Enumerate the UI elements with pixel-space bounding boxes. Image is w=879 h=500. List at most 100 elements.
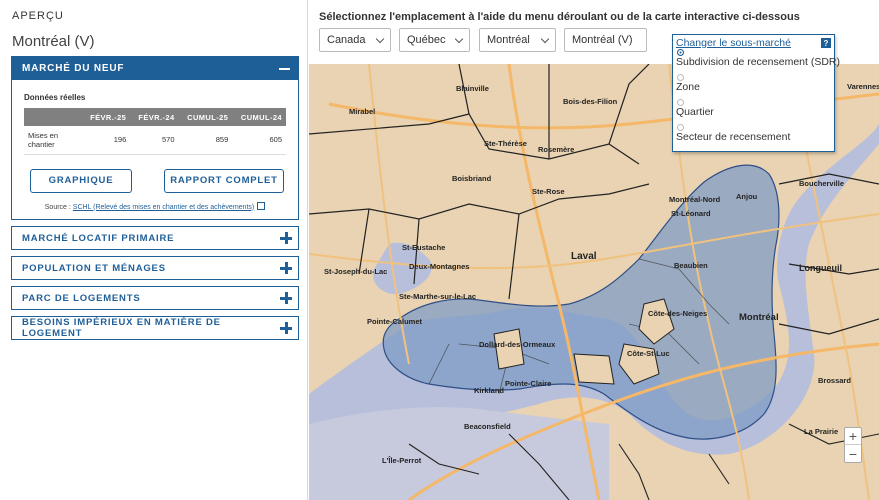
map-label: Ste-Rose bbox=[532, 187, 565, 196]
change-submarket-link[interactable]: Changer le sous-marché bbox=[676, 37, 791, 49]
zoom-out-button[interactable]: − bbox=[845, 445, 861, 462]
source-link[interactable]: SCHL (Relevé des mises en chantier et de… bbox=[73, 204, 254, 211]
map-label: Bois-des-Filion bbox=[563, 97, 618, 106]
select-value: Montréal (V) bbox=[572, 34, 633, 46]
map-label: Rosemère bbox=[538, 145, 574, 154]
expand-icon[interactable] bbox=[280, 262, 292, 274]
chevron-down-icon bbox=[540, 34, 550, 43]
option-label: Subdivision de recensement (SDR) bbox=[676, 56, 840, 68]
table-cell: 859 bbox=[178, 126, 233, 155]
map-label: Côte-des-Neiges bbox=[648, 309, 707, 318]
accordion-new-market: MARCHÉ DU NEUF Données réelles FÉVR.-25 … bbox=[11, 56, 299, 220]
expand-icon[interactable] bbox=[280, 322, 292, 334]
option-label: Zone bbox=[676, 81, 700, 93]
radio-icon[interactable] bbox=[677, 99, 684, 106]
enclave bbox=[493, 328, 525, 370]
table-header-empty bbox=[24, 108, 82, 126]
accordion-core-housing-need[interactable]: BESOINS IMPÉRIEUX EN MATIÈRE DE LOGEMENT bbox=[11, 316, 299, 340]
csd-select[interactable]: Montréal (V) bbox=[564, 28, 647, 52]
radio-icon[interactable] bbox=[677, 74, 684, 81]
map-label: Kirkland bbox=[474, 386, 504, 395]
table-cell: 605 bbox=[232, 126, 286, 155]
map-label: Pointe-Calumet bbox=[367, 317, 423, 326]
map-label: Beaconsfield bbox=[464, 422, 511, 431]
map-label: La Prairie bbox=[804, 427, 838, 436]
geography-name: Montréal (V) bbox=[12, 33, 95, 50]
table-cell: 196 bbox=[82, 126, 131, 155]
map-label: Deux-Montagnes bbox=[409, 262, 469, 271]
row-label: Mises en chantier bbox=[24, 126, 82, 155]
select-value: Québec bbox=[407, 34, 446, 46]
accordion-title: BESOINS IMPÉRIEUX EN MATIÈRE DE LOGEMENT bbox=[22, 317, 221, 339]
help-icon[interactable]: ? bbox=[821, 38, 831, 48]
collapse-icon[interactable] bbox=[279, 67, 290, 70]
map-label: St-Eustache bbox=[402, 243, 445, 252]
select-value: Montréal bbox=[487, 34, 530, 46]
overview-panel: APERÇU Montréal (V) MARCHÉ DU NEUF Donné… bbox=[0, 0, 308, 500]
map-label: Pointe-Claire bbox=[505, 379, 551, 388]
chevron-down-icon bbox=[375, 34, 385, 43]
accordion-title: MARCHÉ LOCATIF PRIMAIRE bbox=[22, 232, 175, 244]
data-type-label: Données réelles bbox=[24, 93, 86, 102]
submarket-option[interactable]: Subdivision de recensement (SDR) bbox=[673, 49, 840, 74]
zoom-in-button[interactable]: + bbox=[845, 428, 861, 445]
radio-icon[interactable] bbox=[677, 124, 684, 131]
map-label: Montréal-Nord bbox=[669, 195, 721, 204]
map-label: Laval bbox=[571, 251, 597, 262]
accordion-body: Données réelles FÉVR.-25 FÉVR.-24 CUMUL-… bbox=[12, 80, 298, 219]
source-note: Source : SCHL (Relevé des mises en chant… bbox=[24, 201, 286, 211]
map-label: L'Île-Perrot bbox=[382, 456, 422, 465]
map-label: St-Joseph-du-Lac bbox=[324, 267, 387, 276]
submarket-selector: Changer le sous-marché ? Subdivision de … bbox=[672, 34, 840, 152]
full-report-button[interactable]: RAPPORT COMPLET bbox=[164, 168, 284, 193]
table-header: CUMUL-24 bbox=[232, 108, 286, 126]
map-label: Boucherville bbox=[799, 179, 844, 188]
starts-table: FÉVR.-25 FÉVR.-24 CUMUL-25 CUMUL-24 Mise… bbox=[24, 108, 286, 155]
accordion-primary-rental[interactable]: MARCHÉ LOCATIF PRIMAIRE bbox=[11, 226, 299, 250]
country-select[interactable]: Canada bbox=[319, 28, 391, 52]
table-header: FÉVR.-24 bbox=[130, 108, 179, 126]
table-header: CUMUL-25 bbox=[178, 108, 233, 126]
map-label: St-Léonard bbox=[671, 209, 711, 218]
action-buttons: GRAPHIQUE RAPPORT COMPLET bbox=[24, 168, 286, 193]
chart-button[interactable]: GRAPHIQUE bbox=[30, 168, 132, 193]
app-root: APERÇU Montréal (V) MARCHÉ DU NEUF Donné… bbox=[0, 0, 879, 500]
external-link-icon[interactable] bbox=[257, 201, 266, 210]
table-header: FÉVR.-25 bbox=[82, 108, 131, 126]
map-label: Brossard bbox=[818, 376, 851, 385]
submarket-option[interactable]: Quartier bbox=[673, 99, 834, 124]
accordion-population[interactable]: POPULATION ET MÉNAGES bbox=[11, 256, 299, 280]
accordion-title: PARC DE LOGEMENTS bbox=[22, 292, 141, 304]
map-label: Ste-Thérèse bbox=[484, 139, 527, 148]
accordion-title: MARCHÉ DU NEUF bbox=[22, 63, 125, 74]
map-label: Montréal bbox=[739, 312, 779, 323]
accordion-housing-stock[interactable]: PARC DE LOGEMENTS bbox=[11, 286, 299, 310]
province-select[interactable]: Québec bbox=[399, 28, 470, 52]
expand-icon[interactable] bbox=[280, 292, 292, 304]
submarket-option[interactable]: Zone bbox=[673, 74, 834, 99]
accordion-header-new-market[interactable]: MARCHÉ DU NEUF bbox=[12, 57, 298, 80]
option-label: Quartier bbox=[676, 106, 714, 118]
map-label: Boisbriand bbox=[452, 174, 492, 183]
map-label: Beaubien bbox=[674, 261, 708, 270]
table-cell: 570 bbox=[130, 126, 179, 155]
map-label: Côte-St-Luc bbox=[627, 349, 670, 358]
zoom-control: + − bbox=[844, 427, 862, 463]
accordion-title: POPULATION ET MÉNAGES bbox=[22, 262, 166, 274]
expand-icon[interactable] bbox=[280, 232, 292, 244]
select-value: Canada bbox=[327, 34, 366, 46]
map-label: Varennes bbox=[847, 82, 879, 91]
map-label: Blainville bbox=[456, 84, 489, 93]
enclave-dorval bbox=[573, 353, 615, 385]
cma-select[interactable]: Montréal bbox=[479, 28, 556, 52]
submarket-option[interactable]: Secteur de recensement bbox=[673, 124, 834, 149]
table-row: Mises en chantier 196 570 859 605 bbox=[24, 126, 286, 155]
overview-label: APERÇU bbox=[12, 10, 64, 22]
map-label: Anjou bbox=[736, 192, 758, 201]
map-label: Mirabel bbox=[349, 107, 375, 116]
option-label: Secteur de recensement bbox=[676, 131, 791, 143]
location-instruction: Sélectionnez l'emplacement à l'aide du m… bbox=[319, 11, 800, 23]
chevron-down-icon bbox=[454, 34, 464, 43]
map-label: Longueuil bbox=[799, 263, 842, 273]
radio-selected-icon[interactable] bbox=[677, 49, 684, 56]
